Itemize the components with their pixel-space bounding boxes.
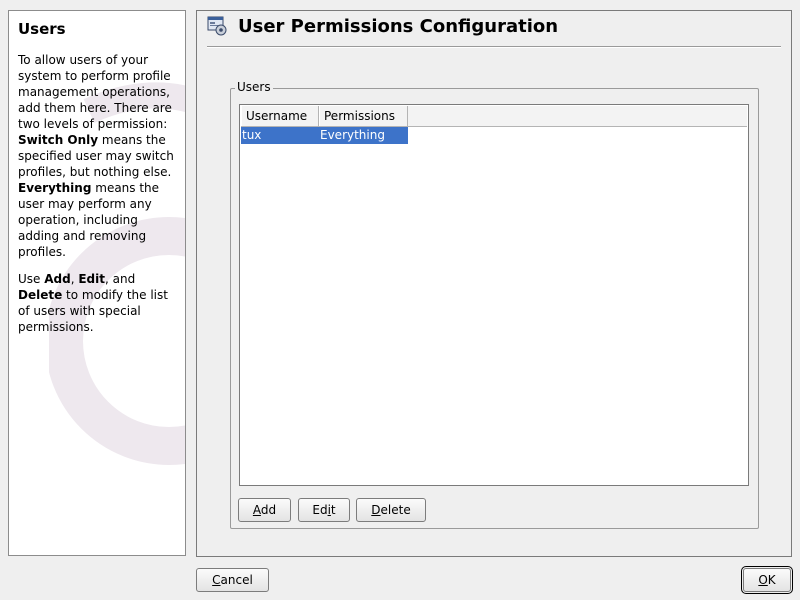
users-group-legend: Users [235, 80, 273, 94]
help-keyword: Switch Only [18, 133, 99, 147]
help-text-segment: To allow users of your system to perform… [18, 53, 172, 131]
add-button[interactable]: Add [238, 498, 291, 522]
table-row[interactable]: tux Everything [241, 127, 408, 144]
ok-button[interactable]: OK [741, 566, 793, 594]
help-title: Users [18, 20, 66, 38]
delete-button[interactable]: Delete [356, 498, 426, 522]
users-table[interactable]: Username Permissions tux Everything [239, 104, 749, 486]
help-keyword: Add [44, 272, 71, 286]
help-paragraph-buttons: Use Add, Edit, and Delete to modify the … [18, 271, 180, 335]
config-window-icon [207, 16, 227, 36]
cancel-button[interactable]: Cancel [196, 568, 269, 592]
cell-permissions: Everything [320, 128, 385, 142]
page-title: User Permissions Configuration [238, 16, 559, 37]
help-text-segment: Use [18, 272, 45, 286]
title-divider [207, 46, 781, 48]
edit-button[interactable]: Edit [298, 498, 350, 522]
table-body: tux Everything [241, 127, 747, 484]
column-header-permissions[interactable]: Permissions [319, 106, 408, 126]
column-header-username[interactable]: Username [241, 106, 319, 126]
help-paragraph-levels: To allow users of your system to perform… [18, 52, 180, 260]
table-header: Username Permissions [241, 106, 747, 127]
cell-username: tux [242, 128, 262, 142]
main-frame: User Permissions Configuration Users Use… [196, 10, 792, 557]
help-keyword: Delete [18, 288, 63, 302]
help-panel: Users To allow users of your system to p… [8, 10, 186, 556]
help-keyword: Edit [78, 272, 105, 286]
help-text: To allow users of your system to perform… [18, 52, 180, 346]
help-keyword: Everything [18, 181, 92, 195]
help-text-segment: , and [104, 272, 136, 286]
